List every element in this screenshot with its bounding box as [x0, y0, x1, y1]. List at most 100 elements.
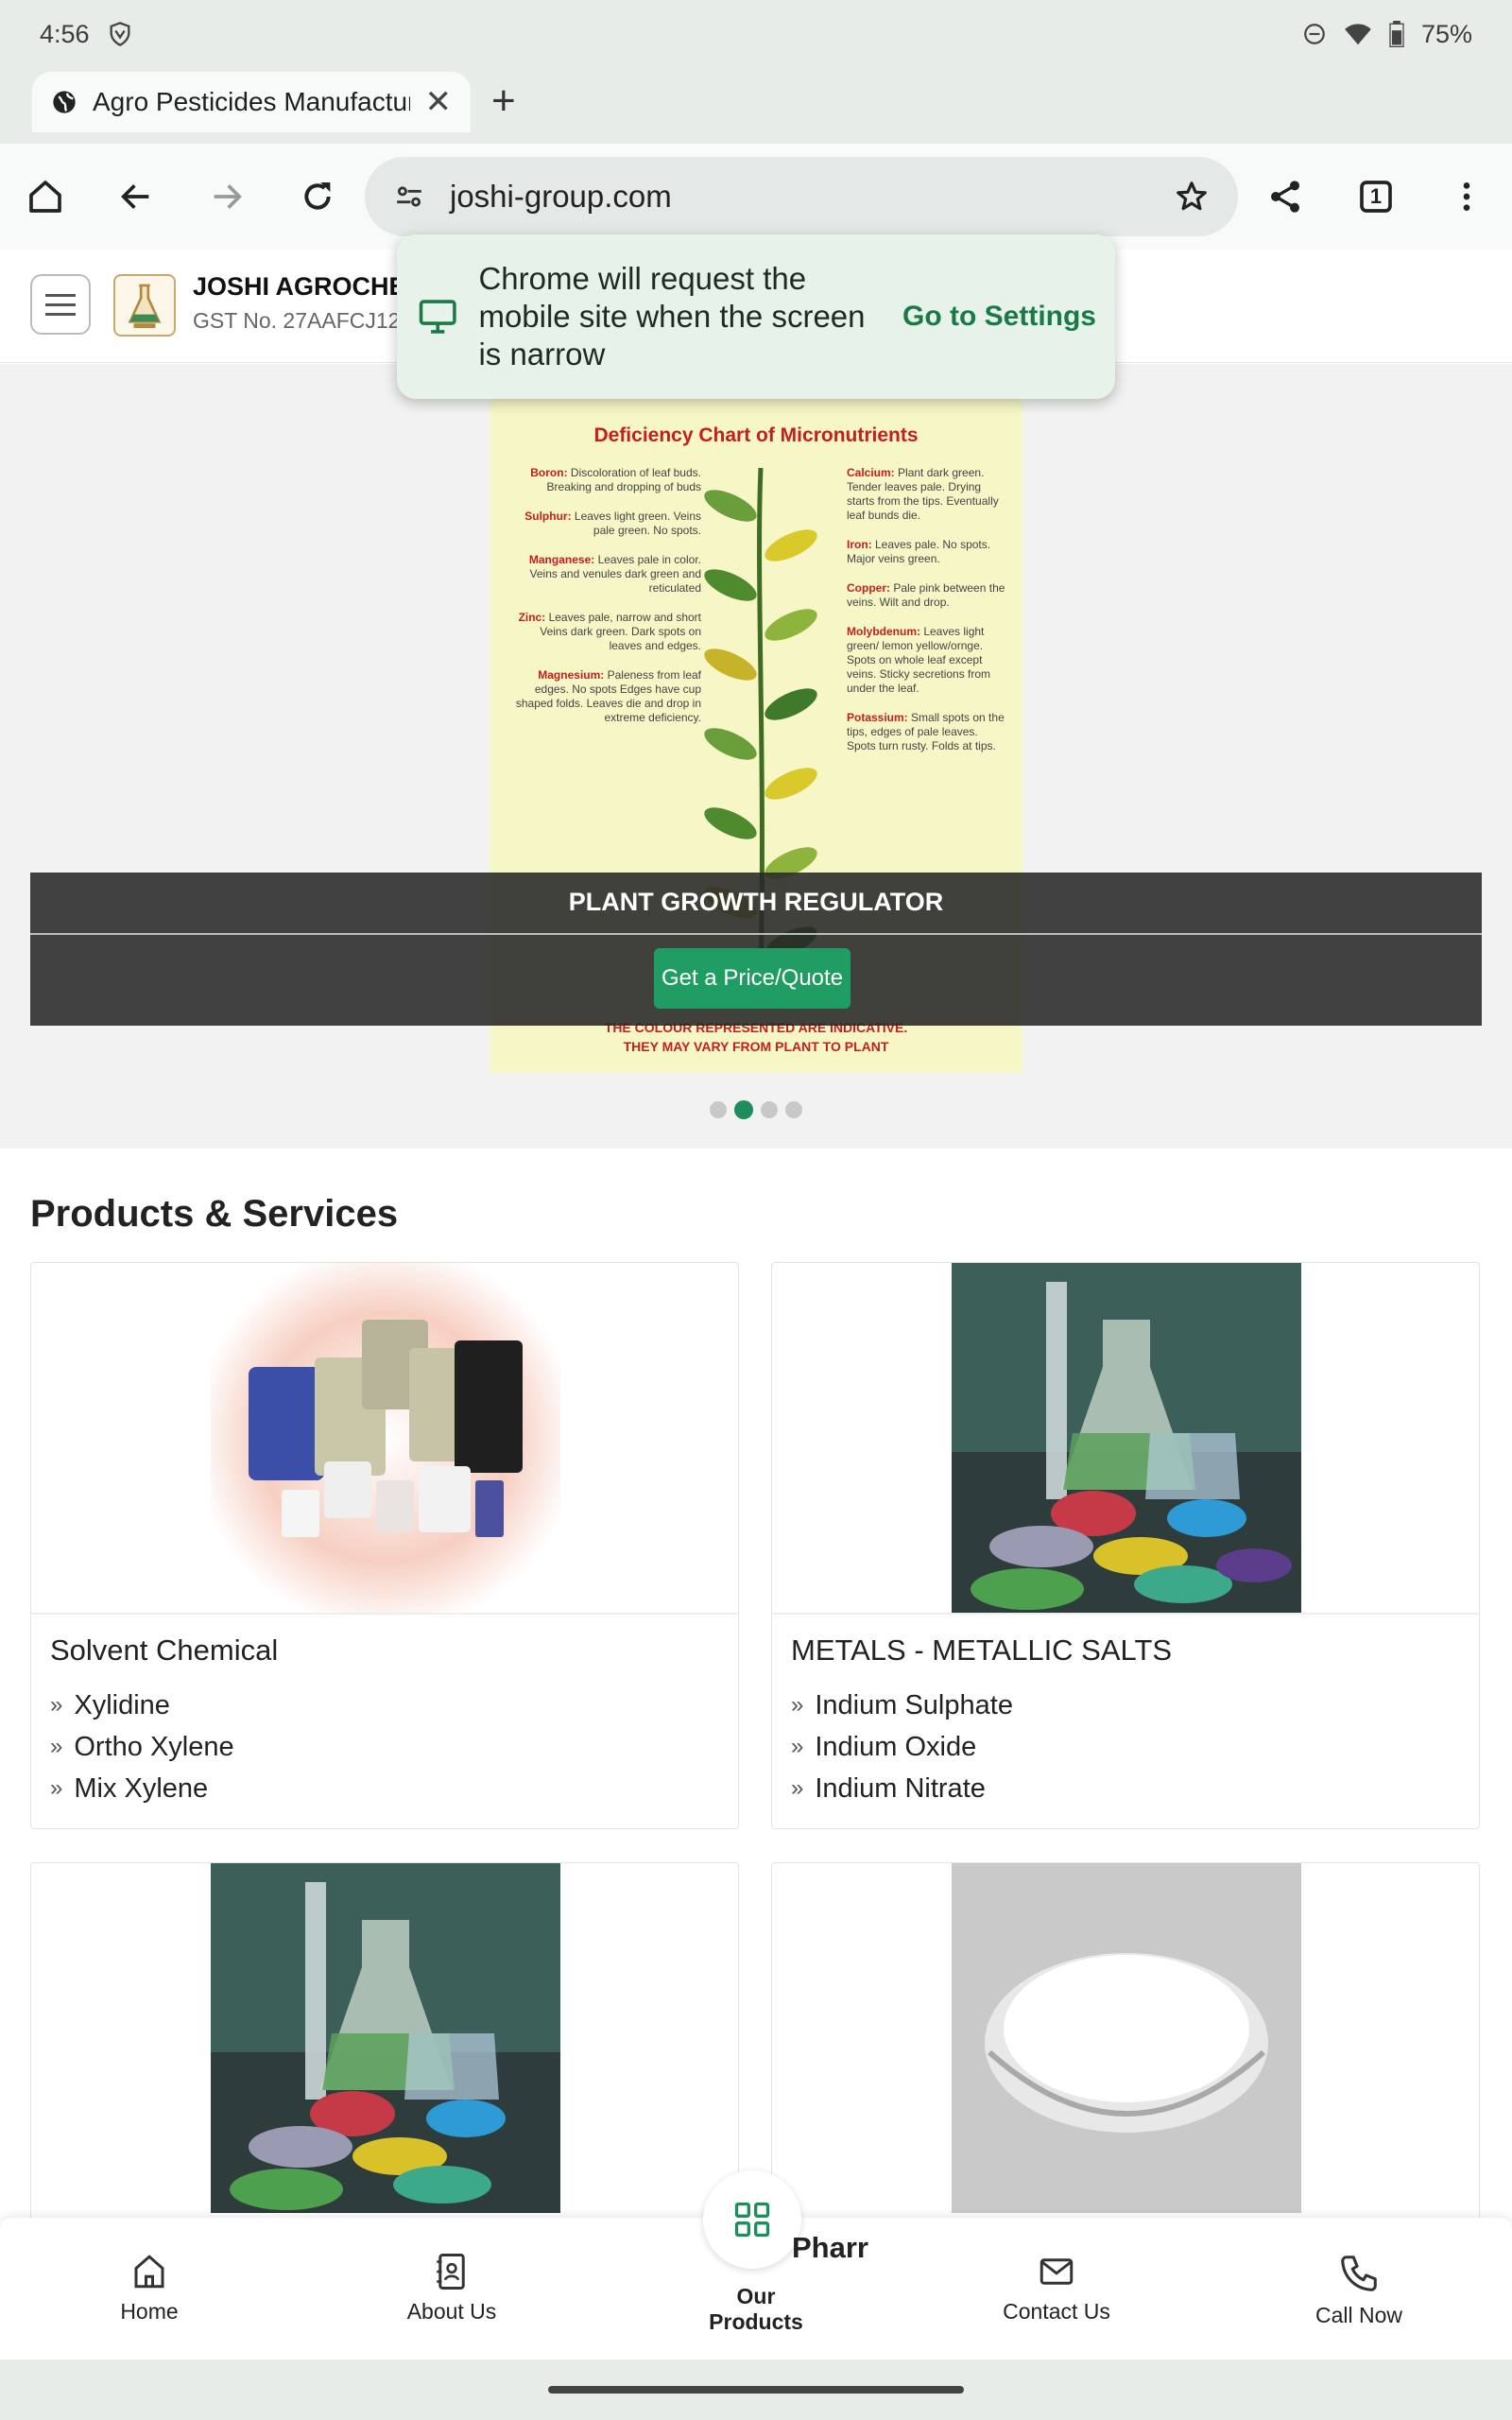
plant-leaf — [704, 648, 757, 681]
chart-note: Boron: Discoloration of leaf buds. Break… — [512, 466, 701, 494]
nav-products-label-line1: Our — [736, 2284, 776, 2308]
nav-products-label[interactable]: Our Products — [662, 2284, 850, 2335]
product-list-item[interactable]: » Mix Xylene — [50, 1768, 234, 1809]
product-card-metals[interactable]: METALS - METALLIC SALTS » Indium Sulphate… — [771, 1262, 1480, 1829]
hero-banner-overlay: PLANT GROWTH REGULATOR Get a Price/Quote — [30, 873, 1482, 1026]
product-card-solvent-chemical[interactable]: Solvent Chemical » Xylidine » Ortho Xylene… — [30, 1262, 739, 1829]
address-book-icon — [437, 2254, 465, 2290]
product-item-label: Xylidine — [74, 1690, 170, 1720]
back-button[interactable] — [110, 170, 163, 223]
url-text[interactable]: joshi-group.com — [450, 179, 1149, 215]
get-quote-button[interactable]: Get a Price/Quote — [654, 948, 850, 1009]
close-tab-icon[interactable]: ✕ — [425, 83, 453, 121]
chart-right-notes: Calcium: Plant dark green. Tender leaves… — [847, 466, 1007, 769]
globe-icon — [53, 91, 76, 113]
double-chevron-icon: » — [50, 1734, 63, 1759]
nav-contact[interactable]: Contact Us — [962, 2252, 1151, 2325]
share-icon — [1271, 181, 1299, 213]
product-list-item[interactable]: » Xylidine — [50, 1685, 234, 1726]
plant-leaf — [704, 728, 757, 760]
chart-note-key: Copper: — [847, 581, 890, 595]
chart-note: Molybdenum: Leaves light green/ lemon ye… — [847, 625, 1007, 696]
double-chevron-icon: » — [791, 1734, 804, 1759]
browser-tab[interactable]: Agro Pesticides Manufacturer ✕ — [32, 72, 471, 132]
metallic-salts-image — [952, 1263, 1301, 1613]
company-logo[interactable] — [113, 274, 176, 337]
slider-dot[interactable] — [710, 1101, 727, 1118]
product-item-label: Mix Xylene — [74, 1773, 209, 1804]
request-mobile-site-popup: Chrome will request the mobile site when… — [397, 234, 1115, 399]
product-list-item[interactable]: » Ortho Xylene — [50, 1726, 234, 1768]
home-gesture-handle[interactable] — [548, 2386, 964, 2394]
double-chevron-icon: » — [50, 1775, 63, 1801]
arrow-right-icon — [214, 184, 242, 209]
product-item-list: » Xylidine » Ortho Xylene » Mix Xylene — [50, 1685, 234, 1809]
chart-left-notes: Boron: Discoloration of leaf buds. Break… — [512, 466, 701, 740]
desktop-monitor-icon — [419, 300, 456, 334]
nav-call[interactable]: Call Now — [1264, 2252, 1453, 2328]
hero-banner-title[interactable]: PLANT GROWTH REGULATOR — [30, 888, 1482, 917]
hamburger-menu-button[interactable] — [30, 274, 91, 335]
tab-switcher-button[interactable]: 1 — [1349, 170, 1402, 223]
double-chevron-icon: » — [791, 1692, 804, 1718]
nav-home-label: Home — [120, 2299, 179, 2324]
product-card-title-peek: Pharr — [792, 2231, 868, 2264]
banner-divider — [30, 933, 1482, 935]
nav-products-fab[interactable] — [703, 2170, 801, 2269]
nav-contact-label: Contact Us — [1003, 2299, 1110, 2324]
chart-image-title: Deficiency Chart of Micronutrients — [593, 424, 919, 446]
share-button[interactable] — [1259, 170, 1312, 223]
tab-title: Agro Pesticides Manufacturer — [93, 87, 410, 116]
address-bar[interactable]: joshi-group.com — [365, 157, 1238, 236]
arrow-left-icon — [121, 184, 149, 209]
envelope-icon — [1040, 2258, 1074, 2285]
status-bar: 4:56 75% — [0, 0, 1512, 68]
chart-note: Iron: Leaves pale. No spots. Major veins… — [847, 538, 1007, 566]
home-button[interactable] — [19, 170, 72, 223]
chart-note-key: Boron: — [530, 466, 568, 479]
plant-leaf — [704, 807, 757, 839]
lab-chemicals-image — [211, 1863, 560, 2213]
product-card-title[interactable]: Solvent Chemical — [50, 1634, 278, 1668]
slider-dot[interactable] — [785, 1101, 802, 1118]
hero-slider[interactable]: Deficiency Chart of Micronutrients Boron… — [0, 364, 1512, 1149]
chart-note-text: Leaves light green. Veins pale green. No… — [571, 510, 701, 537]
more-menu-button[interactable] — [1440, 170, 1493, 223]
double-chevron-icon: » — [791, 1775, 804, 1801]
bookmark-star-icon[interactable] — [1174, 179, 1210, 215]
product-card-title[interactable]: METALS - METALLIC SALTS — [791, 1634, 1172, 1668]
chart-note-key: Calcium: — [847, 466, 895, 479]
chart-note: Potassium: Small spots on the tips, edge… — [847, 711, 1007, 753]
nav-products-label-line2: Products — [709, 2309, 803, 2334]
forward-button[interactable] — [200, 170, 253, 223]
flask-logo-icon — [128, 284, 162, 328]
product-card-lab-chemicals[interactable] — [30, 1862, 739, 2259]
slider-dot[interactable] — [734, 1100, 753, 1119]
product-item-list: » Indium Sulphate » Indium Oxide » Indium N… — [791, 1685, 1013, 1809]
product-item-label: Indium Sulphate — [815, 1690, 1013, 1720]
slider-dot[interactable] — [761, 1101, 778, 1118]
chart-note: Copper: Pale pink between the veins. Wil… — [847, 581, 1007, 610]
reload-button[interactable] — [291, 170, 344, 223]
chart-note: Sulphur: Leaves light green. Veins pale … — [512, 510, 701, 538]
new-tab-button[interactable]: + — [491, 78, 516, 125]
chart-note-text: Leaves pale, narrow and short Veins dark… — [540, 611, 701, 652]
product-list-item[interactable]: » Indium Oxide — [791, 1726, 1013, 1768]
product-item-label: Indium Oxide — [815, 1732, 977, 1762]
nav-about[interactable]: About Us — [357, 2252, 546, 2325]
dnd-icon — [1304, 24, 1325, 44]
product-card-pharma[interactable] — [771, 1862, 1480, 2259]
white-powder-image — [952, 1863, 1301, 2213]
go-to-settings-link[interactable]: Go to Settings — [902, 301, 1096, 333]
chart-note: Zinc: Leaves pale, narrow and short Vein… — [512, 611, 701, 653]
product-list-item[interactable]: » Indium Sulphate — [791, 1685, 1013, 1726]
battery-icon — [1389, 21, 1404, 47]
site-settings-icon[interactable] — [393, 181, 425, 213]
chart-note-text: Discoloration of leaf buds. Breaking and… — [546, 466, 701, 493]
nav-call-label: Call Now — [1314, 2303, 1403, 2327]
product-list-item[interactable]: » Indium Nitrate — [791, 1768, 1013, 1809]
brand-name[interactable]: JOSHI AGROCHEM — [193, 272, 427, 302]
products-section-title: Products & Services — [30, 1193, 399, 1235]
nav-home[interactable]: Home — [55, 2252, 244, 2325]
chart-note-key: Sulphur: — [524, 510, 572, 523]
